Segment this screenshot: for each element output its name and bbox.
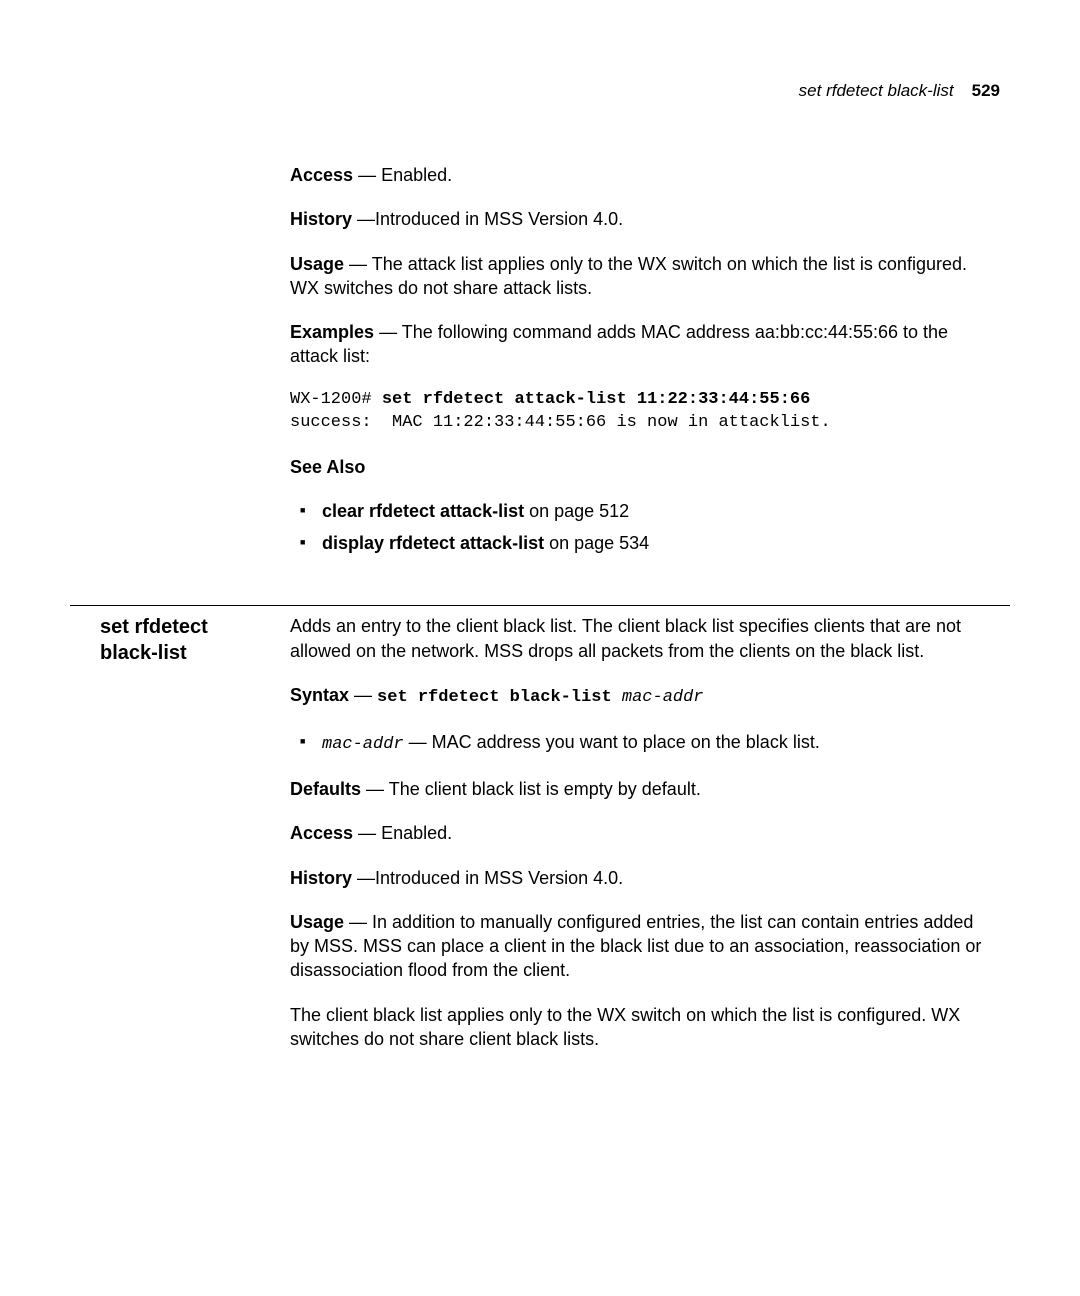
syntax-arg: mac-addr [622, 688, 704, 707]
usage-label: Usage [290, 254, 344, 274]
code-prompt: WX-1200# [290, 390, 382, 409]
see-also-link: display rfdetect attack-list [322, 533, 544, 553]
access-line: Access — Enabled. [290, 163, 990, 187]
syntax-dash: — [349, 685, 377, 705]
history-label: History [290, 209, 352, 229]
usage-label-2: Usage [290, 912, 344, 932]
examples-para: Examples — The following command adds MA… [290, 320, 990, 369]
list-item: mac-addr — MAC address you want to place… [300, 730, 990, 757]
syntax-label: Syntax [290, 685, 349, 705]
param-list: mac-addr — MAC address you want to place… [300, 730, 990, 757]
code-block: WX-1200# set rfdetect attack-list 11:22:… [290, 389, 990, 435]
history-text-2: —Introduced in MSS Version 4.0. [352, 868, 623, 888]
defaults-label: Defaults [290, 779, 361, 799]
defaults-line: Defaults — The client black list is empt… [290, 777, 990, 801]
see-also-heading: See Also [290, 455, 990, 479]
param-desc: — MAC address you want to place on the b… [404, 732, 820, 752]
defaults-text: — The client black list is empty by defa… [361, 779, 701, 799]
history-label-2: History [290, 868, 352, 888]
access-text: — Enabled. [353, 165, 452, 185]
list-item: display rfdetect attack-list on page 534 [300, 531, 990, 555]
usage-para-2: Usage — In addition to manually configur… [290, 910, 990, 983]
section-heading: set rfdetect black-list [70, 614, 290, 1071]
see-also-ref: on page 534 [544, 533, 649, 553]
examples-text: — The following command adds MAC address… [290, 322, 948, 366]
section-title-line1: set rfdetect [100, 616, 208, 638]
see-also-list: clear rfdetect attack-list on page 512 d… [300, 499, 990, 556]
list-item: clear rfdetect attack-list on page 512 [300, 499, 990, 523]
syntax-line: Syntax — set rfdetect black-list mac-add… [290, 683, 990, 710]
usage-para: Usage — The attack list applies only to … [290, 252, 990, 301]
closing-para: The client black list applies only to th… [290, 1003, 990, 1052]
history-line: History —Introduced in MSS Version 4.0. [290, 207, 990, 231]
access-text-2: — Enabled. [353, 823, 452, 843]
access-label-2: Access [290, 823, 353, 843]
running-title: set rfdetect black-list [799, 81, 954, 100]
access-label: Access [290, 165, 353, 185]
usage-text-2: — In addition to manually configured ent… [290, 912, 981, 981]
usage-text: — The attack list applies only to the WX… [290, 254, 967, 298]
section-title-line2: black-list [100, 642, 187, 664]
section-intro: Adds an entry to the client black list. … [290, 614, 990, 663]
history-line-2: History —Introduced in MSS Version 4.0. [290, 866, 990, 890]
history-text: —Introduced in MSS Version 4.0. [352, 209, 623, 229]
section-divider [70, 605, 1010, 606]
page-number: 529 [972, 81, 1000, 100]
syntax-cmd: set rfdetect black-list [377, 688, 622, 707]
examples-label: Examples [290, 322, 374, 342]
see-also-ref: on page 512 [524, 501, 629, 521]
see-also-link: clear rfdetect attack-list [322, 501, 524, 521]
code-command: set rfdetect attack-list 11:22:33:44:55:… [382, 390, 810, 409]
param-name: mac-addr [322, 735, 404, 754]
code-output: success: MAC 11:22:33:44:55:66 is now in… [290, 413, 831, 432]
access-line-2: Access — Enabled. [290, 821, 990, 845]
page-header: set rfdetect black-list 529 [70, 80, 1010, 103]
